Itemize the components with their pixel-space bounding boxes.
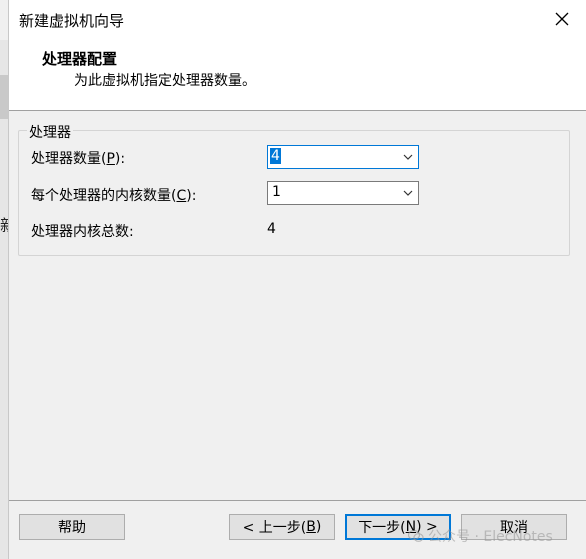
chevron-down-icon xyxy=(403,154,413,160)
window-title: 新建虚拟机向导 xyxy=(19,12,125,30)
processor-group: 处理器 处理器数量(P): 4 每个处理器的内核数量(C): 1 处理器内核总数… xyxy=(18,122,570,256)
total-cores-label: 处理器内核总数: xyxy=(31,224,134,240)
title-bar: 新建虚拟机向导 xyxy=(9,0,586,38)
processor-count-select[interactable]: 4 xyxy=(267,145,419,169)
footer-divider xyxy=(9,500,586,501)
help-button[interactable]: 帮助 xyxy=(19,514,125,540)
cores-per-processor-select[interactable]: 1 xyxy=(267,181,419,205)
processor-group-legend: 处理器 xyxy=(27,122,73,142)
page-title: 处理器配置 xyxy=(42,50,118,68)
cores-per-processor-label: 每个处理器的内核数量(C): xyxy=(31,188,197,204)
cancel-button[interactable]: 取消 xyxy=(461,514,567,540)
page-subtitle: 为此虚拟机指定处理器数量。 xyxy=(74,73,256,89)
close-icon xyxy=(555,12,569,26)
chevron-down-icon xyxy=(403,190,413,196)
next-button[interactable]: 下一步(N) > xyxy=(345,514,451,540)
processor-count-label: 处理器数量(P): xyxy=(31,151,126,167)
cores-per-processor-value: 1 xyxy=(272,184,281,200)
back-button[interactable]: < 上一步(B) xyxy=(229,514,335,540)
close-button[interactable] xyxy=(551,8,573,30)
total-cores-value: 4 xyxy=(267,221,276,237)
new-vm-wizard-dialog: 新建虚拟机向导 处理器配置 为此虚拟机指定处理器数量。 处理器 处理器数量(P)… xyxy=(8,0,586,559)
wizard-header: 处理器配置 为此虚拟机指定处理器数量。 xyxy=(9,38,586,111)
processor-count-value: 4 xyxy=(270,148,281,164)
